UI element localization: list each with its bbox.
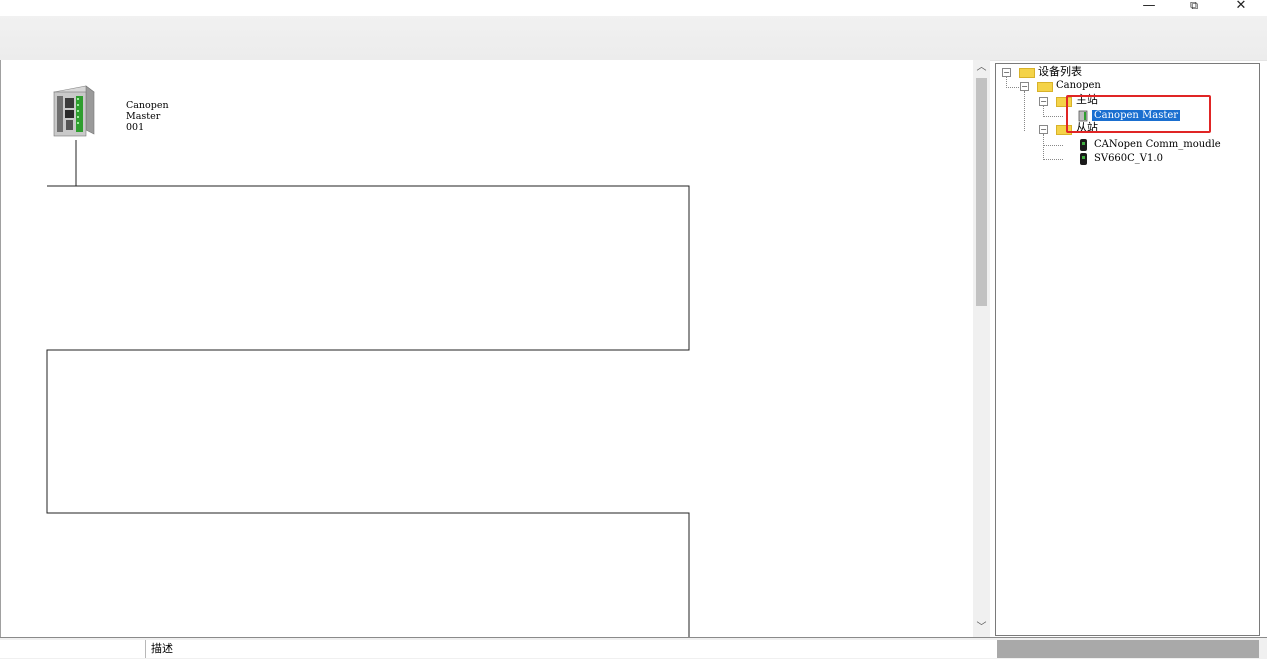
tree-connector [1043,159,1063,160]
tree-network-label[interactable]: Canopen [1056,80,1101,92]
scrollbar-thumb[interactable] [976,78,987,306]
bottom-info-bar: 描述 [0,637,1267,659]
folder-icon [1019,68,1035,78]
restore-button[interactable]: ⧉ [1179,0,1209,14]
annotation-highlight-box [1066,95,1211,133]
scroll-down-icon[interactable]: ﹀ [973,620,990,636]
master-device-label: Canopen Master 001 [126,100,169,133]
status-gray-panel [997,640,1259,658]
tree-connector [1024,91,1025,131]
title-bar: — ⧉ ✕ [0,0,1267,16]
collapse-network-icon[interactable]: − [1020,82,1029,91]
tree-connector [1006,87,1021,88]
slave-device-icon [1080,153,1087,165]
toolbar-area [0,16,1267,61]
collapse-root-icon[interactable]: − [1002,68,1011,77]
network-canvas[interactable]: Canopen Master 001 [0,60,974,637]
description-column-header: 描述 [146,640,1002,658]
close-button[interactable]: ✕ [1226,0,1256,14]
tree-connector [1043,145,1063,146]
tree-root-label[interactable]: 设备列表 [1038,66,1082,78]
device-tree-panel: − 设备列表 − Canopen − 主站 Canopen Master − 从… [995,63,1260,636]
tree-slave-item[interactable]: CANopen Comm_moudle [1094,139,1221,151]
master-name-line1: Canopen [126,100,169,111]
canvas-vertical-scrollbar[interactable]: ︿ ﹀ [973,60,990,637]
canopen-master-device-icon[interactable] [52,84,96,137]
tree-slave-item[interactable]: SV660C_V1.0 [1094,153,1163,165]
tree-connector [1043,134,1044,160]
scroll-up-icon[interactable]: ︿ [973,60,990,76]
master-name-line2: Master [126,111,161,122]
folder-icon [1037,82,1053,92]
collapse-master-group-icon[interactable]: − [1039,97,1048,106]
status-column-1 [0,640,146,658]
collapse-slave-group-icon[interactable]: − [1039,125,1048,134]
bus-lines [46,140,690,637]
minimize-button[interactable]: — [1134,0,1164,14]
master-node-id: 001 [126,122,145,133]
slave-device-icon [1080,139,1087,151]
tree-connector [1043,116,1063,117]
